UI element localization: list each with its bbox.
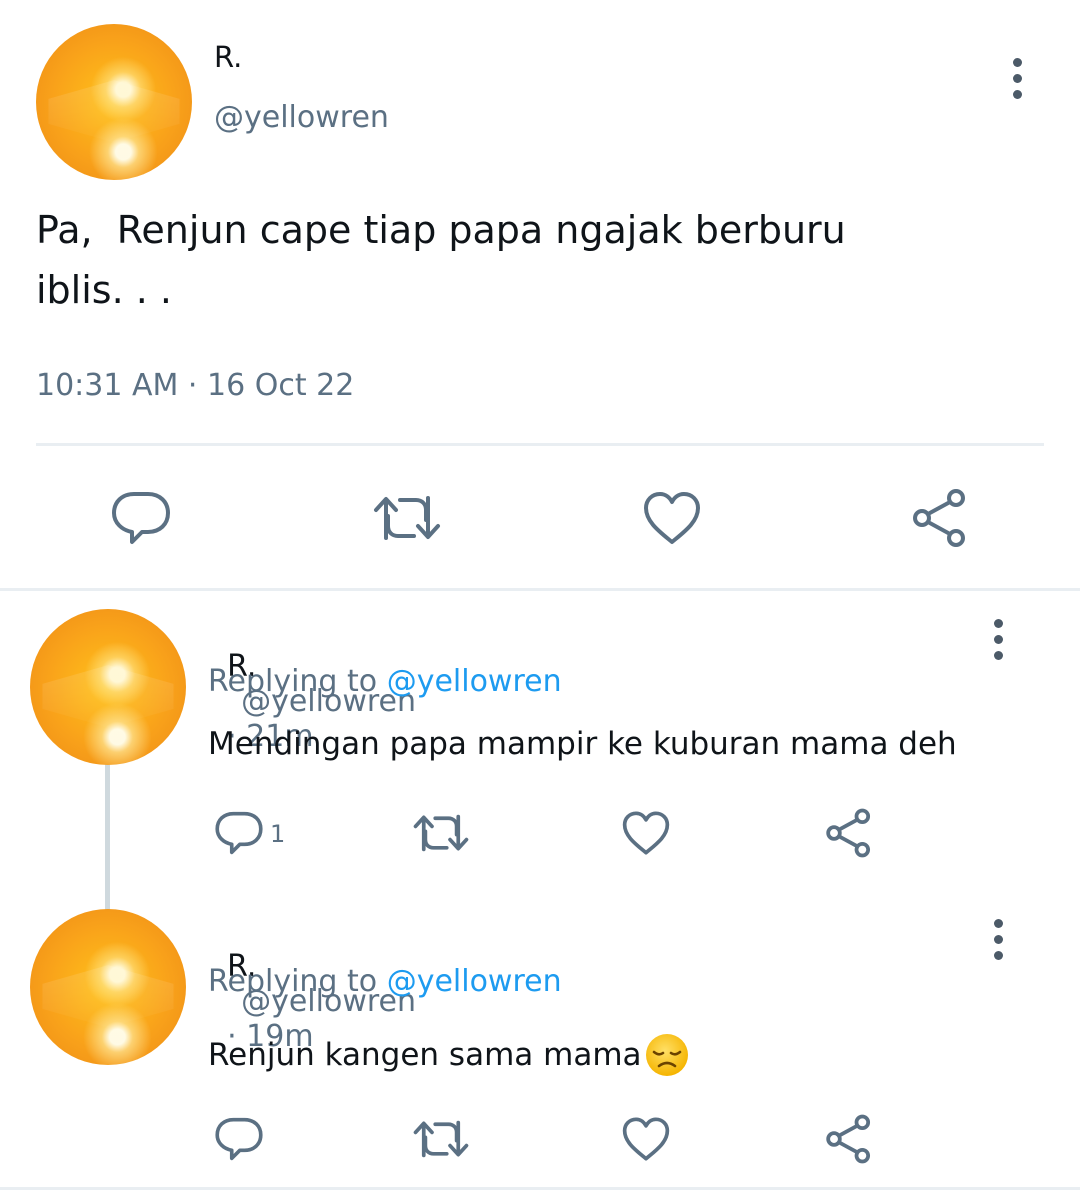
more-options-icon[interactable]	[991, 919, 1005, 960]
section-divider	[0, 588, 1080, 591]
tweet-timestamp[interactable]: 10:31 AM · 16 Oct 22	[36, 368, 354, 403]
avatar[interactable]	[36, 24, 192, 180]
retweet-icon[interactable]	[412, 810, 470, 856]
avatar[interactable]	[30, 909, 186, 1065]
retweet-icon[interactable]	[412, 1116, 470, 1162]
more-options-icon[interactable]	[991, 619, 1005, 660]
heart-icon[interactable]	[621, 810, 671, 856]
share-icon[interactable]	[910, 488, 970, 548]
reply-count: 1	[270, 820, 286, 848]
reply-icon[interactable]	[110, 488, 172, 548]
replying-to-label: Replying to	[208, 664, 378, 699]
more-options-icon[interactable]	[1010, 58, 1024, 99]
share-icon[interactable]	[824, 1114, 874, 1164]
avatar[interactable]	[30, 609, 186, 765]
replying-to: Replying to @yellowren	[208, 664, 562, 699]
reply-text: Mendingan papa mampir ke kuburan mama de…	[208, 726, 957, 762]
replying-to-label: Replying to	[208, 964, 378, 999]
reply-icon[interactable]	[214, 1114, 264, 1164]
replying-to-handle[interactable]: @yellowren	[387, 964, 562, 999]
tweet-text-line-2: iblis. . .	[36, 268, 172, 312]
heart-icon[interactable]	[621, 1116, 671, 1162]
heart-icon[interactable]	[642, 490, 702, 546]
handle[interactable]: @yellowren	[214, 100, 389, 135]
display-name[interactable]: R.	[214, 40, 242, 74]
retweet-icon[interactable]	[372, 490, 442, 546]
bottom-divider	[0, 1187, 1080, 1190]
divider	[36, 443, 1044, 446]
reply-icon[interactable]	[214, 808, 264, 858]
tweet-text-line-1: Pa, Renjun cape tiap papa ngajak berburu	[36, 208, 846, 252]
share-icon[interactable]	[824, 808, 874, 858]
replying-to-handle[interactable]: @yellowren	[387, 664, 562, 699]
disappointed-face-icon	[644, 1032, 690, 1078]
thread-line	[105, 760, 110, 910]
reply-text: Renjun kangen sama mama	[208, 1037, 642, 1073]
replying-to: Replying to @yellowren	[208, 964, 562, 999]
reply-text-row: Renjun kangen sama mama	[208, 1032, 690, 1078]
